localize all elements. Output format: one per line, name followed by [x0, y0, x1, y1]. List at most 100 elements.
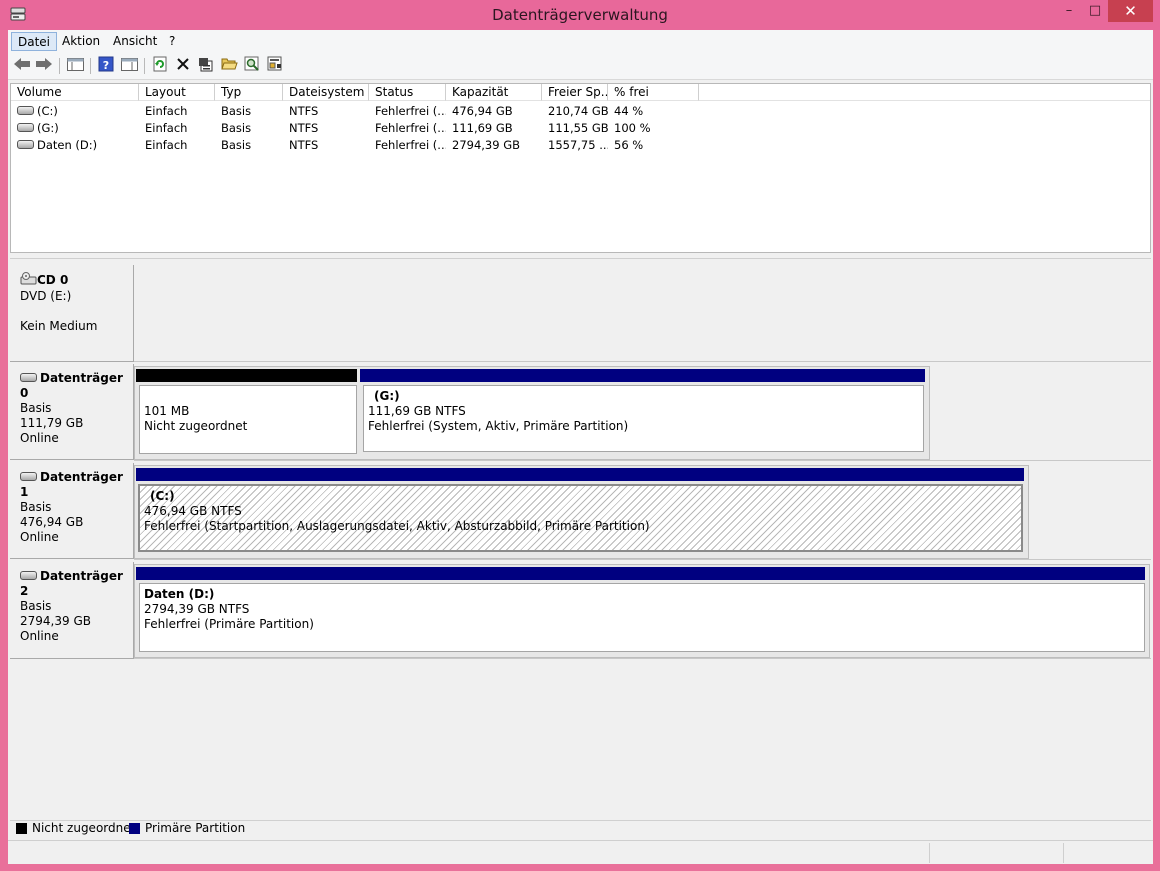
- kapazitaet-cell: 2794,39 GB: [452, 138, 521, 152]
- help-icon[interactable]: ?: [96, 56, 116, 76]
- status-cell: Fehlerfrei (...: [375, 104, 446, 118]
- disk-header: CD 0: [20, 272, 133, 289]
- toolbar-separator: [144, 58, 145, 74]
- console-tree-icon[interactable]: [65, 56, 85, 76]
- refresh-icon[interactable]: [150, 56, 170, 76]
- disk-name: CD 0: [37, 273, 69, 287]
- partition-label: Daten (D:): [144, 587, 215, 601]
- typ-cell: Basis: [221, 121, 252, 135]
- column-header-empty: [699, 84, 1150, 101]
- partition-status: Fehlerfrei (Startpartition, Auslagerungs…: [144, 519, 650, 533]
- column-header-typ[interactable]: Typ: [215, 84, 283, 101]
- back-icon[interactable]: [12, 56, 32, 76]
- forward-icon[interactable]: [34, 56, 54, 76]
- partition-d[interactable]: Daten (D:) 2794,39 GB NTFS Fehlerfrei (P…: [139, 583, 1145, 652]
- disk-type: DVD (E:): [20, 289, 72, 303]
- dateisystem-cell: NTFS: [289, 121, 319, 135]
- svg-text:?: ?: [103, 59, 109, 72]
- partition-unallocated[interactable]: 101 MB Nicht zugeordnet: [139, 385, 357, 454]
- disk-info-disk2[interactable]: Datenträger 2 Basis 2794,39 GB Online: [10, 562, 134, 659]
- partition-g[interactable]: (G:) 111,69 GB NTFS Fehlerfrei (System, …: [363, 385, 924, 452]
- primary-partition-bar: [360, 369, 925, 382]
- export-icon[interactable]: [265, 56, 285, 76]
- open-icon[interactable]: [219, 56, 239, 76]
- legend-label-unallocated: Nicht zugeordnet: [32, 821, 136, 835]
- kapazitaet-cell: 111,69 GB: [452, 121, 513, 135]
- status-cell: Fehlerfrei (...: [375, 138, 446, 152]
- partition-size: 101 MB: [144, 404, 190, 418]
- kapazitaet-cell: 476,94 GB: [452, 104, 513, 118]
- search-icon[interactable]: [242, 56, 262, 76]
- status-separator: [1063, 843, 1064, 863]
- legend-label-primary: Primäre Partition: [145, 821, 246, 835]
- drive-icon: [17, 123, 34, 132]
- volume-cell: Daten (D:): [11, 137, 139, 154]
- typ-cell: Basis: [221, 138, 252, 152]
- cd-drive-icon: [20, 272, 37, 289]
- partition-status: Fehlerfrei (Primäre Partition): [144, 617, 314, 631]
- minimize-button[interactable]: –: [1056, 0, 1082, 22]
- primary-partition-bar: [136, 567, 1145, 580]
- primary-partition-bar: [136, 468, 1024, 481]
- disk-media-status: Kein Medium: [20, 319, 98, 333]
- legend-swatch-primary: [129, 823, 140, 834]
- disk-state: Online: [20, 629, 59, 643]
- disk-size: 111,79 GB: [20, 416, 84, 430]
- disk-header: Datenträger 2: [20, 569, 133, 599]
- column-header-prozent-frei[interactable]: % frei: [608, 84, 699, 101]
- window-title: Datenträgerverwaltung: [492, 6, 668, 24]
- volume-cell: (C:): [11, 103, 139, 120]
- drive-icon: [17, 106, 34, 115]
- status-separator: [929, 843, 930, 863]
- toolbar-separator: [90, 58, 91, 74]
- column-header-freier-speicher[interactable]: Freier Sp...: [542, 84, 608, 101]
- freier-speicher-cell: 210,74 GB: [548, 104, 608, 118]
- column-header-status[interactable]: Status: [369, 84, 446, 101]
- menu-datei[interactable]: Datei: [11, 32, 58, 51]
- disk-header: Datenträger 1: [20, 470, 133, 500]
- column-header-volume[interactable]: Volume: [11, 84, 139, 101]
- partition-size: 476,94 GB NTFS: [144, 504, 242, 518]
- volume-name: (G:): [37, 121, 59, 135]
- disk-type: Basis: [20, 500, 52, 514]
- action-pane-icon[interactable]: [119, 56, 139, 76]
- disk-state: Online: [20, 431, 59, 445]
- partition-status: Fehlerfrei (System, Aktiv, Primäre Parti…: [368, 419, 629, 433]
- partition-size: 2794,39 GB NTFS: [144, 602, 250, 616]
- status-cell: Fehlerfrei (...: [375, 121, 446, 135]
- layout-cell: Einfach: [145, 138, 188, 152]
- disk-icon: [20, 571, 37, 580]
- partition-label: (C:): [150, 489, 175, 503]
- unallocated-bar: [136, 369, 357, 382]
- disk-type: Basis: [20, 401, 52, 415]
- menu-aktion[interactable]: Aktion: [56, 32, 106, 51]
- pane-splitter[interactable]: [10, 253, 1151, 259]
- properties-icon[interactable]: [196, 56, 216, 76]
- typ-cell: Basis: [221, 104, 252, 118]
- maximize-button[interactable]: □: [1082, 0, 1108, 22]
- partition-c-selected[interactable]: (C:) 476,94 GB NTFS Fehlerfrei (Startpar…: [138, 484, 1023, 552]
- dateisystem-cell: NTFS: [289, 104, 319, 118]
- close-button[interactable]: ✕: [1108, 0, 1153, 22]
- delete-icon[interactable]: [173, 56, 193, 76]
- row-divider: [134, 361, 1151, 362]
- layout-cell: Einfach: [145, 121, 188, 135]
- disk-info-cd0[interactable]: CD 0 DVD (E:) Kein Medium: [10, 265, 134, 362]
- column-header-layout[interactable]: Layout: [139, 84, 215, 101]
- status-bar: [8, 840, 1153, 864]
- column-header-kapazitaet[interactable]: Kapazität: [446, 84, 542, 101]
- volume-name: Daten (D:): [37, 138, 98, 152]
- column-header-dateisystem[interactable]: Dateisystem: [283, 84, 369, 101]
- disk-state: Online: [20, 530, 59, 544]
- menu-help[interactable]: ?: [163, 32, 181, 51]
- dateisystem-cell: NTFS: [289, 138, 319, 152]
- disk-info-disk1[interactable]: Datenträger 1 Basis 476,94 GB Online: [10, 463, 134, 559]
- prozent-frei-cell: 56 %: [614, 138, 644, 152]
- menu-ansicht[interactable]: Ansicht: [107, 32, 163, 51]
- disk-info-disk0[interactable]: Datenträger 0 Basis 111,79 GB Online: [10, 364, 134, 460]
- freier-speicher-cell: 1557,75 ...: [548, 138, 608, 152]
- volume-name: (C:): [37, 104, 58, 118]
- legend-swatch-unallocated: [16, 823, 27, 834]
- partition-status: Nicht zugeordnet: [144, 419, 248, 433]
- partition-label: (G:): [374, 389, 400, 403]
